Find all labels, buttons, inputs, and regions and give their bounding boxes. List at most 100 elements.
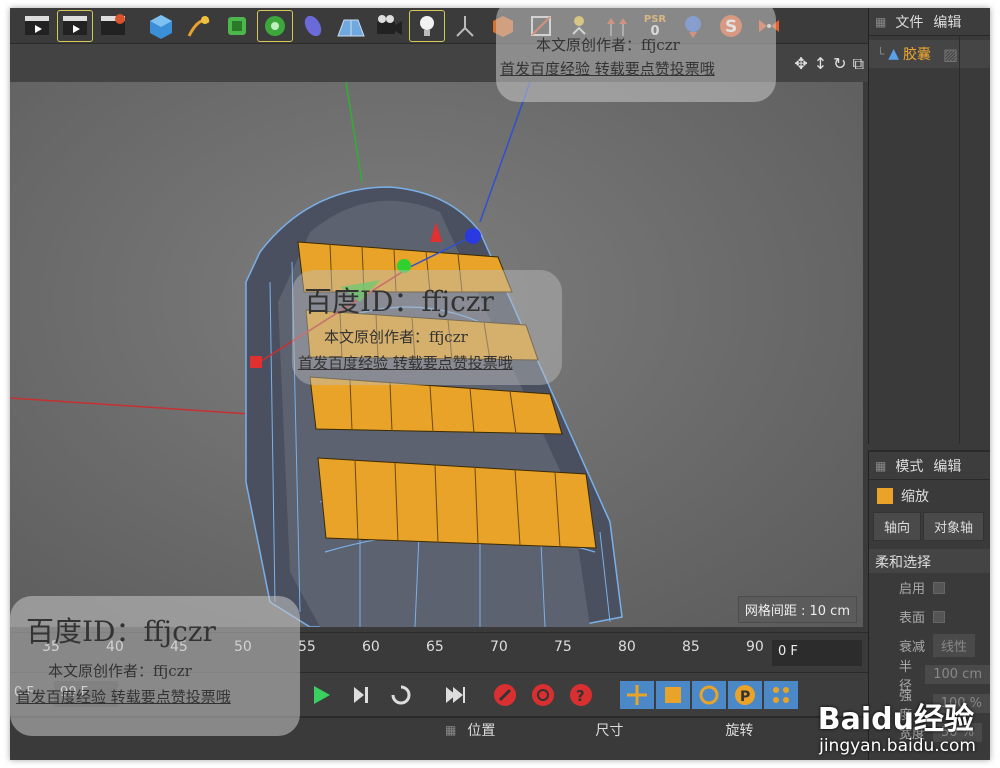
keyframe-selection-icon[interactable]: ? — [566, 681, 596, 709]
render-settings-icon[interactable] — [96, 11, 130, 41]
grip-icon: ▦ — [445, 723, 456, 737]
tweak-icon[interactable] — [562, 11, 596, 41]
tick-label: 65 — [426, 639, 444, 655]
floor-icon[interactable] — [334, 11, 368, 41]
tick-label: 90 — [746, 639, 764, 655]
tree-line-icon: └ — [877, 47, 885, 61]
main-toolbar: PSR 0 S — [10, 8, 868, 44]
enable-checkbox[interactable] — [933, 581, 946, 594]
size-header: 尺寸 — [595, 723, 624, 739]
tool-name: 缩放 — [901, 489, 929, 505]
camera-icon[interactable] — [372, 11, 406, 41]
capsule-object-icon: ▲ — [888, 46, 900, 62]
attr-row-radius: 半径 100 cm — [869, 660, 990, 694]
light-icon[interactable] — [409, 9, 445, 42]
tool-title: 缩放 — [869, 480, 990, 512]
coordinates-header: ▦ 位置 尺寸 旋转 — [445, 718, 868, 742]
capsule-mesh — [10, 82, 623, 627]
psr-icon[interactable]: PSR 0 — [638, 11, 672, 41]
attr-row-enable: 启用 — [869, 573, 990, 602]
rotation-key-icon[interactable] — [692, 681, 726, 709]
tick-label: 75 — [554, 639, 572, 655]
tick-label: 70 — [490, 639, 508, 655]
menu-file[interactable]: 文件 — [895, 12, 923, 32]
loop-icon[interactable] — [386, 681, 416, 709]
point-level-key-icon[interactable] — [764, 681, 798, 709]
mograph-icon[interactable] — [257, 9, 293, 42]
axis-arrows-icon[interactable] — [600, 11, 634, 41]
menu-edit[interactable]: 编辑 — [933, 456, 961, 476]
svg-text:S: S — [725, 17, 737, 37]
grip-icon: ▦ — [875, 458, 886, 473]
pen-spline-icon[interactable] — [182, 11, 216, 41]
rotate-view-icon[interactable]: ↻ — [833, 54, 846, 74]
coordinates-manager: ▦ 位置 尺寸 旋转 — [10, 716, 868, 760]
move-view-icon[interactable]: ✥ — [794, 54, 807, 74]
position-key-icon[interactable] — [620, 681, 654, 709]
falloff-dropdown[interactable]: 线性 — [933, 634, 976, 657]
soft-selection-section[interactable]: 柔和选择 — [869, 549, 990, 573]
attribute-tabs: 轴向 对象轴 — [869, 512, 990, 541]
maximize-view-icon[interactable]: ⧉ — [853, 54, 864, 74]
radius-field[interactable]: 100 cm — [925, 665, 990, 684]
tick-label: 60 — [362, 639, 380, 655]
tick-label: 35 — [42, 639, 60, 655]
layer-icon[interactable]: ▨ — [943, 45, 958, 64]
attr-row-surface: 表面 — [869, 602, 990, 631]
parameter-key-icon[interactable]: P — [728, 681, 762, 709]
tick-label: 50 — [234, 639, 252, 655]
tick-label: 40 — [106, 639, 124, 655]
current-frame-field[interactable]: 0 F — [772, 640, 862, 666]
grip-icon: ▦ — [875, 14, 886, 29]
svg-text:P: P — [740, 689, 750, 705]
deformer-icon[interactable] — [296, 11, 330, 41]
dolly-view-icon[interactable]: ↕ — [814, 54, 827, 74]
tab-object-axis[interactable]: 对象轴 — [923, 512, 985, 541]
baidu-url: jingyan.baidu.com — [819, 736, 976, 756]
object-name[interactable]: 胶囊 — [903, 44, 931, 64]
start-frame-field[interactable]: 0 F — [14, 685, 34, 700]
play-forward-icon[interactable] — [306, 681, 336, 709]
go-to-end-icon[interactable] — [440, 681, 470, 709]
scale-tool-icon — [877, 488, 893, 504]
render-to-picture-viewer-icon[interactable] — [57, 9, 93, 42]
baidu-logo: Baidu经验 — [817, 702, 974, 737]
menu-mode[interactable]: 模式 — [895, 456, 923, 476]
cube-icon[interactable] — [144, 11, 178, 41]
quantize-icon[interactable] — [752, 11, 786, 41]
sculpt-s-icon[interactable]: S — [714, 11, 748, 41]
end-frame-field[interactable]: 90 F — [54, 681, 118, 707]
tick-label: 55 — [298, 639, 316, 655]
object-row-capsule[interactable]: └ ▲ 胶囊 ▨ — [869, 40, 990, 68]
tab-axis[interactable]: 轴向 — [873, 512, 922, 541]
transport-bar: 0 F 90 F ? P — [10, 672, 868, 716]
cinema4d-window: PSR 0 S ✥ ↕ ↻ ⧉ 网格间距: 10 cm ▦ 文件 编辑 └ ▲… — [10, 8, 990, 760]
viewport-header: ✥ ↕ ↻ ⧉ — [10, 44, 868, 82]
attr-row-falloff: 衰减 线性 — [869, 631, 990, 660]
next-frame-icon[interactable] — [346, 681, 376, 709]
3d-viewport[interactable]: 网格间距 : 10 cm — [10, 82, 863, 627]
surface-checkbox[interactable] — [933, 610, 946, 623]
ruler-ticks: 35 40 45 50 55 60 65 70 75 80 85 90 — [10, 633, 770, 673]
object-layer-icon[interactable] — [486, 11, 520, 41]
tick-label: 80 — [618, 639, 636, 655]
rotation-header: 旋转 — [725, 723, 754, 739]
timeline-ruler[interactable]: 35 40 45 50 55 60 65 70 75 80 85 90 0 F — [10, 632, 868, 672]
snap-icon[interactable] — [676, 11, 710, 41]
render-view-icon[interactable] — [20, 11, 54, 41]
texture-axis-icon[interactable] — [524, 11, 558, 41]
nurbs-icon[interactable] — [220, 11, 254, 41]
grid-spacing-label: 网格间距 : 10 cm — [737, 596, 857, 623]
menu-edit[interactable]: 编辑 — [933, 12, 961, 32]
psr-value: 0 — [650, 23, 660, 39]
position-header: 位置 — [467, 723, 496, 739]
record-keyframe-icon[interactable] — [490, 681, 520, 709]
viewport-nav-icons: ✥ ↕ ↻ ⧉ — [794, 54, 864, 74]
tick-label: 45 — [170, 639, 188, 655]
svg-text:?: ? — [576, 687, 585, 705]
object-manager: ▦ 文件 编辑 └ ▲ 胶囊 ▨ — [868, 8, 990, 444]
auto-keyframe-icon[interactable] — [528, 681, 558, 709]
scale-key-icon[interactable] — [656, 681, 690, 709]
figure-icon[interactable] — [448, 11, 482, 41]
attribute-manager-menu: ▦ 模式 编辑 — [869, 452, 990, 480]
